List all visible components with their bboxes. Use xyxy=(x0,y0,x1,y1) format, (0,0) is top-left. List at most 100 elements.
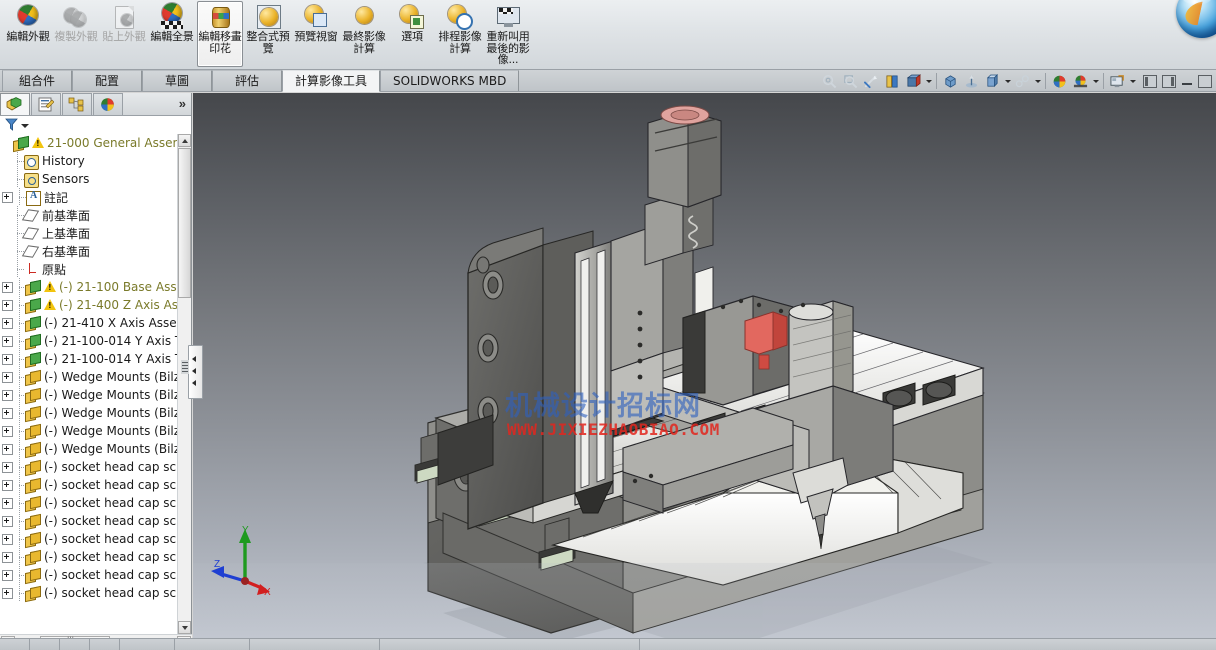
appearance-view-icon[interactable] xyxy=(982,72,1003,91)
expand-toggle[interactable] xyxy=(2,533,13,545)
tab-3[interactable]: 評估 xyxy=(212,70,282,91)
final-render-button[interactable]: 最終影像計算 xyxy=(341,1,387,67)
schedule-render-button[interactable]: 排程影像計算 xyxy=(437,1,483,67)
tab-1[interactable]: 配置 xyxy=(72,70,142,91)
display-manager-tab[interactable] xyxy=(93,93,123,115)
panel-overflow-chevron-icon[interactable]: » xyxy=(179,96,186,111)
expand-toggle[interactable] xyxy=(2,587,13,599)
tree-item[interactable]: 註記 xyxy=(0,188,191,206)
expand-toggle[interactable] xyxy=(2,515,13,527)
maximize-document-button[interactable] xyxy=(1198,74,1212,88)
tree-item[interactable]: (-) 21-100-014 Y Axis Tel xyxy=(0,350,191,368)
tree-item[interactable]: (-) 21-400 Z Axis Asser xyxy=(0,296,191,314)
tree-item[interactable]: (-) socket head cap screw xyxy=(0,584,191,602)
edit-decal-button[interactable]: 編輯移畫印花 xyxy=(197,1,243,67)
toolbar-separator-3 xyxy=(1103,73,1104,89)
minimize-document-button[interactable] xyxy=(1181,76,1193,87)
restore-left-button[interactable] xyxy=(1143,74,1157,88)
viewport-layout-dropdown-caret[interactable] xyxy=(1128,72,1137,91)
expand-toggle[interactable] xyxy=(2,479,13,491)
expand-toggle[interactable] xyxy=(2,299,13,311)
expand-toggle[interactable] xyxy=(2,191,13,203)
expand-toggle[interactable] xyxy=(2,551,13,563)
edit-scene-button[interactable]: 編輯全景 xyxy=(149,1,195,67)
tree-item[interactable]: 右基準面 xyxy=(0,242,191,260)
feature-tree[interactable]: 21-000 General Assembly History Sensors 註記前… xyxy=(0,134,191,634)
zoom-to-fit-icon[interactable] xyxy=(819,72,840,91)
recall-last-render-button[interactable]: 重新叫用最後的影像... xyxy=(485,1,531,67)
mates-visibility-icon[interactable] xyxy=(1012,72,1033,91)
tree-item[interactable]: 前基準面 xyxy=(0,206,191,224)
tree-item[interactable]: (-) Wedge Mounts (Bilz) xyxy=(0,440,191,458)
tree-item[interactable]: 21-000 General Assembly xyxy=(0,134,191,152)
scroll-down-button[interactable] xyxy=(178,621,191,634)
tree-item[interactable]: (-) 21-410 X Axis Assemb xyxy=(0,314,191,332)
tree-item[interactable]: 原點 xyxy=(0,260,191,278)
expand-toggle[interactable] xyxy=(2,335,13,347)
section-view-icon[interactable] xyxy=(882,72,903,91)
tree-item-label: 上基準面 xyxy=(42,226,91,241)
preview-window-button[interactable]: 預覽視窗 xyxy=(293,1,339,67)
scroll-thumb[interactable] xyxy=(178,148,191,298)
view-orientation-icon[interactable] xyxy=(903,72,924,91)
expand-toggle[interactable] xyxy=(2,443,13,455)
apply-scene-icon[interactable] xyxy=(1070,72,1091,91)
tab-0[interactable]: 組合件 xyxy=(2,70,72,91)
tab-4[interactable]: 計算影像工具 xyxy=(282,70,381,92)
filter-dropdown-caret-icon[interactable] xyxy=(21,124,29,128)
appearance-dropdown-caret[interactable] xyxy=(1003,72,1012,91)
panel-splitter-handle[interactable] xyxy=(181,345,203,399)
tree-item[interactable]: (-) socket head cap screw xyxy=(0,530,191,548)
tree-item[interactable]: (-) 21-100-014 Y Axis Tel xyxy=(0,332,191,350)
expand-toggle[interactable] xyxy=(2,425,13,437)
expand-toggle[interactable] xyxy=(2,371,13,383)
integrated-preview-button[interactable]: 整合式預覽 xyxy=(245,1,291,67)
edit-appearance-button[interactable]: 編輯外觀 xyxy=(5,1,51,67)
tab-2[interactable]: 草圖 xyxy=(142,70,212,91)
tree-item[interactable]: (-) socket head cap screw xyxy=(0,458,191,476)
splitter-grip-icon xyxy=(181,360,189,374)
previous-view-icon[interactable] xyxy=(861,72,882,91)
tree-item[interactable]: Sensors xyxy=(0,170,191,188)
edit-appearance-icon[interactable] xyxy=(1049,72,1070,91)
expand-toggle[interactable] xyxy=(2,317,13,329)
expand-toggle[interactable] xyxy=(2,389,13,401)
scene-dropdown-caret[interactable] xyxy=(1091,72,1100,91)
zoom-to-area-icon[interactable] xyxy=(840,72,861,91)
options-button[interactable]: 選項 xyxy=(389,1,435,67)
status-cell xyxy=(0,639,30,650)
tree-item[interactable]: (-) Wedge Mounts (Bilz) xyxy=(0,422,191,440)
tree-item[interactable]: 上基準面 xyxy=(0,224,191,242)
tree-item[interactable]: (-) Wedge Mounts (Bilz) xyxy=(0,404,191,422)
expand-toggle[interactable] xyxy=(2,497,13,509)
assembly-icon xyxy=(25,351,41,368)
graphics-viewport[interactable]: 机械设计招标网 WWW.JIXIEZHAOBIAO.COM Y Z X xyxy=(193,93,1216,638)
expand-toggle[interactable] xyxy=(2,353,13,365)
view-orientation-dropdown-caret[interactable] xyxy=(924,72,933,91)
feature-tree-tab[interactable] xyxy=(0,93,30,115)
scroll-up-button[interactable] xyxy=(178,134,191,147)
tree-item[interactable]: (-) socket head cap screw xyxy=(0,476,191,494)
tree-item[interactable]: History xyxy=(0,152,191,170)
property-manager-tab[interactable] xyxy=(31,93,61,115)
viewport-layout-icon[interactable] xyxy=(1107,72,1128,91)
hide-show-items-icon[interactable] xyxy=(961,72,982,91)
tree-item[interactable]: (-) 21-100 Base Assem xyxy=(0,278,191,296)
filter-funnel-icon[interactable] xyxy=(5,118,18,131)
expand-toggle[interactable] xyxy=(2,461,13,473)
tree-item[interactable]: (-) Wedge Mounts (Bilz) xyxy=(0,368,191,386)
expand-toggle[interactable] xyxy=(2,281,13,293)
tree-item[interactable]: (-) socket head cap screw xyxy=(0,566,191,584)
expand-toggle[interactable] xyxy=(2,407,13,419)
tree-item[interactable]: (-) socket head cap screw xyxy=(0,512,191,530)
tab-5[interactable]: SOLIDWORKS MBD xyxy=(380,70,520,91)
configuration-manager-tab[interactable] xyxy=(62,93,92,115)
restore-right-button[interactable] xyxy=(1162,74,1176,88)
display-style-icon[interactable] xyxy=(940,72,961,91)
tree-item[interactable]: (-) socket head cap screw xyxy=(0,494,191,512)
expand-toggle[interactable] xyxy=(2,569,13,581)
mates-dropdown-caret[interactable] xyxy=(1033,72,1042,91)
tree-item[interactable]: (-) socket head cap screw xyxy=(0,548,191,566)
status-cell xyxy=(250,639,380,650)
tree-item[interactable]: (-) Wedge Mounts (Bilz) xyxy=(0,386,191,404)
